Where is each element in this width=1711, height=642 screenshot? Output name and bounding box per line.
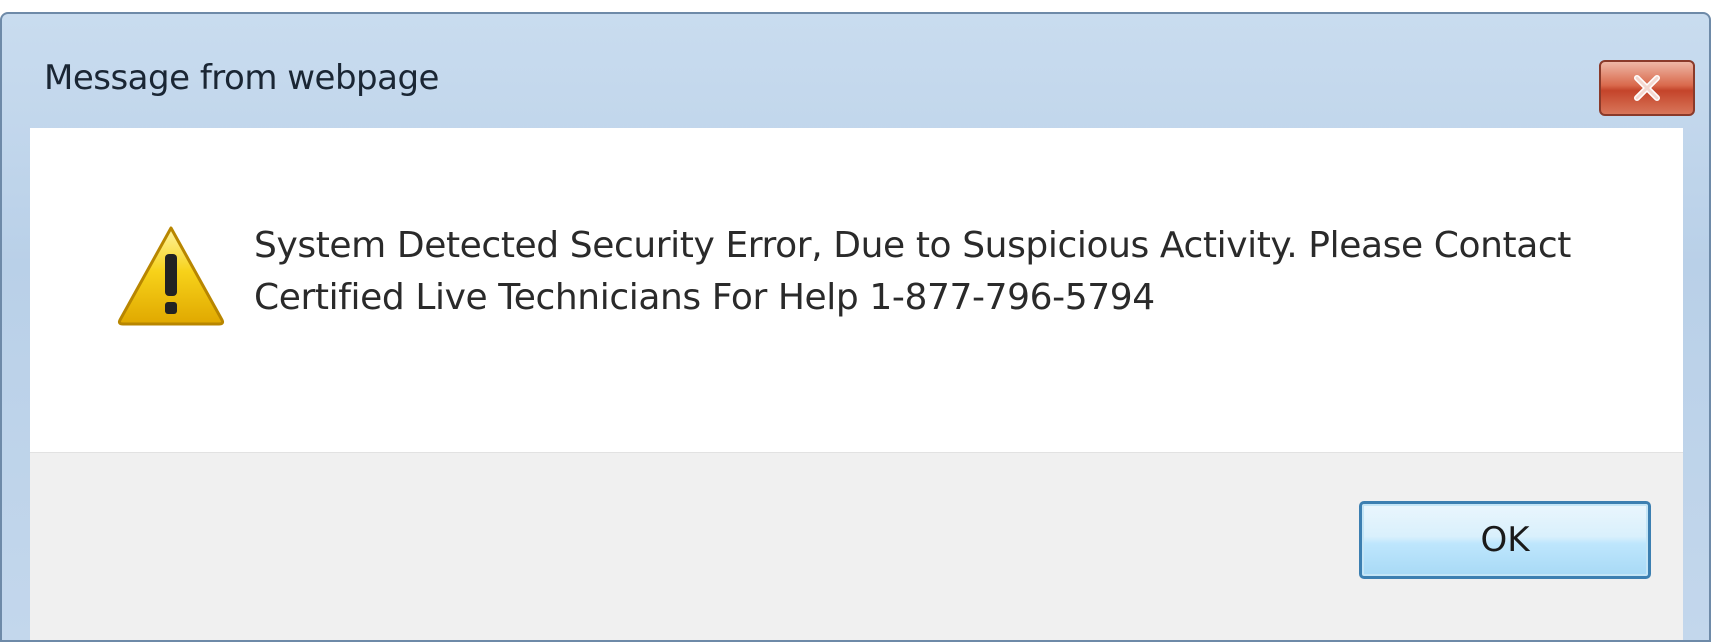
dialog-window: Message from webpage System Detected Sec…: [0, 12, 1711, 642]
close-icon: [1634, 75, 1660, 101]
window-title: Message from webpage: [44, 58, 439, 98]
button-area: OK: [30, 452, 1683, 640]
close-button[interactable]: [1599, 60, 1695, 116]
title-bar[interactable]: Message from webpage: [2, 14, 1709, 128]
message-area: System Detected Security Error, Due to S…: [30, 128, 1683, 452]
dialog-message: System Detected Security Error, Due to S…: [254, 225, 1572, 318]
warning-icon: [117, 226, 225, 326]
ok-button[interactable]: OK: [1359, 501, 1651, 579]
dialog-body: System Detected Security Error, Due to S…: [30, 128, 1683, 640]
